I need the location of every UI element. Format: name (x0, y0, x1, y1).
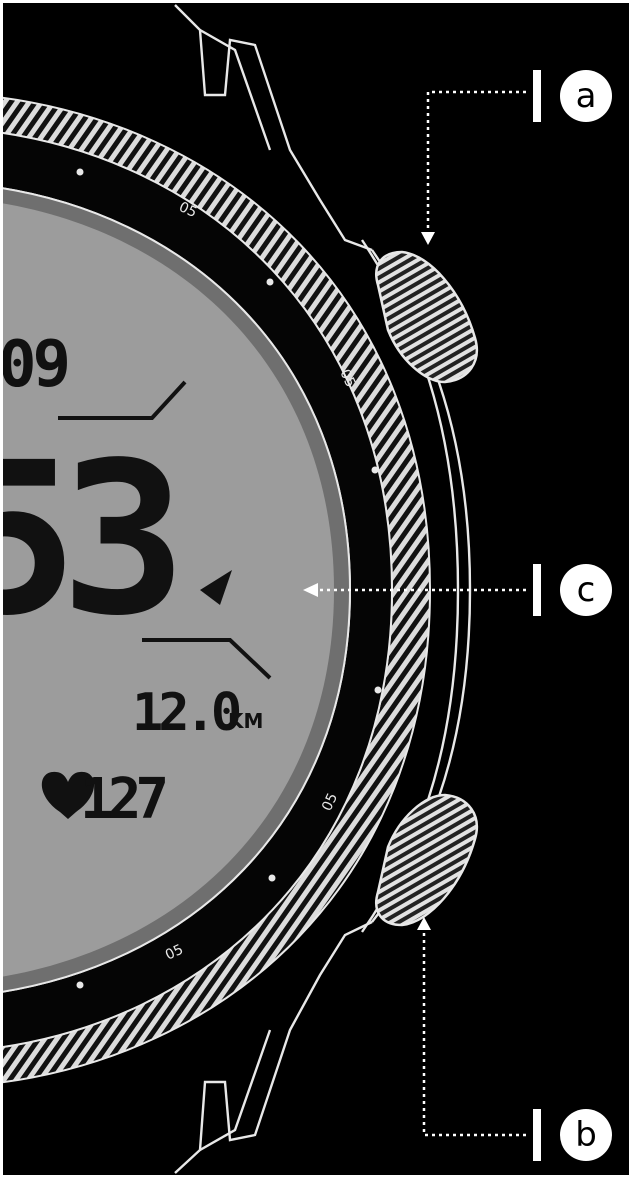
display-distance-unit: KM (228, 709, 263, 733)
display-distance: 12.0 (132, 683, 240, 743)
callout-b: b (560, 1109, 612, 1161)
callout-bars (533, 70, 541, 1161)
bottom-button[interactable] (375, 793, 478, 927)
callout-c-label: c (577, 570, 596, 610)
display-row1: 09 (0, 328, 68, 402)
top-button[interactable] (375, 250, 478, 384)
display-heart-rate: 127 (80, 767, 165, 832)
display-big-number: 53 (0, 417, 173, 662)
watch-illustration: 05 05 05 05 09 53 12.0 KM 127 (0, 4, 612, 1174)
watch-diagram: 05 05 05 05 09 53 12.0 KM 127 (0, 0, 632, 1178)
callout-a: a (560, 70, 612, 122)
callout-a-label: a (576, 76, 597, 116)
callout-b-label: b (575, 1115, 597, 1155)
callout-c: c (560, 564, 612, 616)
